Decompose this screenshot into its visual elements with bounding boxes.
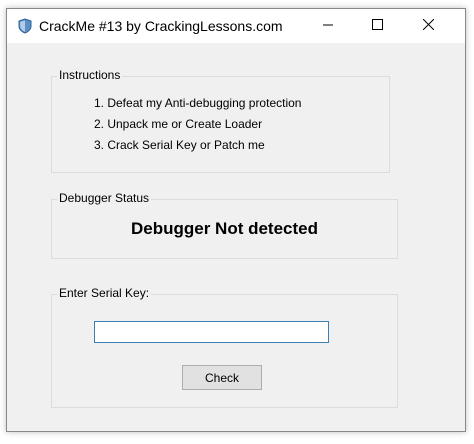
debugger-status-label: Debugger Status [57,191,152,205]
debugger-status-group: Debugger Status Debugger Not detected [51,191,398,259]
serial-key-group: Enter Serial Key: Check [51,286,398,408]
serial-key-label: Enter Serial Key: [57,286,152,300]
minimize-icon [323,17,333,35]
maximize-button[interactable] [354,9,400,43]
serial-key-input[interactable] [94,321,329,343]
debugger-status-text: Debugger Not detected [130,219,319,238]
minimize-button[interactable] [305,9,351,43]
maximize-icon [371,17,383,35]
check-button[interactable]: Check [182,365,262,390]
shield-icon [17,18,33,34]
instructions-group: Instructions 1. Defeat my Anti-debugging… [51,68,390,173]
instruction-item: 3. Crack Serial Key or Patch me [94,138,265,152]
instruction-item: 1. Defeat my Anti-debugging protection [94,96,302,110]
app-window: CrackMe #13 by CrackingLessons.com Instr… [6,8,466,432]
instruction-item: 2. Unpack me or Create Loader [94,117,263,131]
title-bar[interactable]: CrackMe #13 by CrackingLessons.com [7,9,465,43]
window-title: CrackMe #13 by CrackingLessons.com [39,18,283,34]
instructions-label: Instructions [57,68,123,82]
close-icon [422,17,434,35]
close-button[interactable] [405,9,451,43]
